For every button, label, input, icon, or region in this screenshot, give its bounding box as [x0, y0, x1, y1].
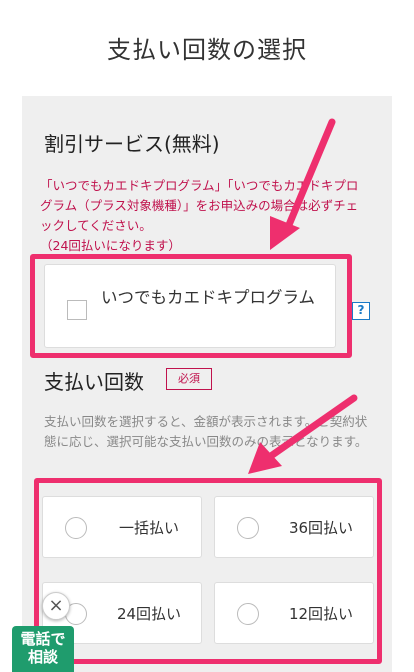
radio-icon[interactable] [237, 517, 259, 539]
discount-notice-sub: （24回払いになります） [40, 238, 181, 253]
payment-option-lump-sum[interactable]: 一括払い [42, 496, 202, 558]
phone-consult-line2: 相談 [27, 648, 58, 666]
discount-notice-text: 「いつでもカエドキプログラム」「いつでもカエドキプログラム（プラス対象機種）」を… [40, 178, 359, 233]
discount-notice: 「いつでもカエドキプログラム」「いつでもカエドキプログラム（プラス対象機種）」を… [40, 176, 370, 256]
payment-option-label[interactable]: 36回払い [271, 497, 371, 559]
phone-consult-line1: 電話で [20, 630, 66, 648]
kaedoki-checkbox-option[interactable]: いつでもカエドキプログラム [44, 264, 336, 348]
radio-icon[interactable] [237, 603, 259, 625]
close-icon[interactable]: × [42, 592, 70, 620]
payment-description: 支払い回数を選択すると、金額が表示されます。ご契約状態に応じ、選択可能な支払い回… [44, 414, 368, 449]
payment-option-label[interactable]: 12回払い [271, 583, 371, 645]
payment-option-36[interactable]: 36回払い [214, 496, 374, 558]
checkbox-icon[interactable] [67, 300, 87, 320]
payment-section-title: 支払い回数 [44, 370, 144, 394]
help-icon[interactable]: ? [352, 302, 370, 320]
radio-icon[interactable] [65, 517, 87, 539]
phone-consult-button[interactable]: 電話で 相談 [12, 626, 74, 672]
kaedoki-checkbox-label[interactable]: いつでもカエドキプログラム [101, 285, 321, 310]
discount-section-title: 割引サービス(無料) [44, 132, 220, 156]
payment-option-label[interactable]: 一括払い [99, 497, 199, 559]
page-title: 支払い回数の選択 [107, 36, 307, 64]
payment-option-label[interactable]: 24回払い [99, 583, 199, 645]
payment-option-12[interactable]: 12回払い [214, 582, 374, 644]
required-badge: 必須 [166, 368, 212, 390]
